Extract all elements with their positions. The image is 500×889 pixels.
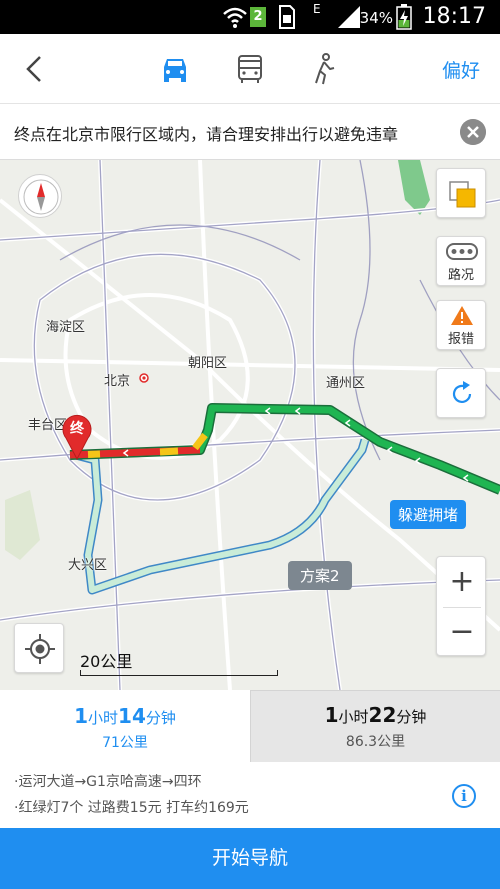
info-icon[interactable]: i xyxy=(452,784,476,808)
route-path: ·运河大道→G1京哈高速→四环 xyxy=(14,774,202,790)
route-details: ·运河大道→G1京哈高速→四环 ·红绿灯7个 过路费15元 打车约169元 i xyxy=(0,762,500,828)
bus-icon[interactable] xyxy=(232,51,268,87)
walk-icon[interactable] xyxy=(306,51,342,87)
route-duration: 1小时22分钟 xyxy=(324,703,427,727)
report-label: 报错 xyxy=(447,332,474,347)
sim-card-icon xyxy=(279,5,295,29)
map-label-beijing: 北京 xyxy=(104,374,131,389)
zoom-in-button[interactable]: + xyxy=(437,557,487,607)
compass-icon xyxy=(23,179,59,215)
car-icon[interactable] xyxy=(157,51,193,87)
signal-icon xyxy=(338,6,360,28)
refresh-button[interactable] xyxy=(436,368,486,418)
map-label-tongzhou: 通州区 xyxy=(326,376,366,391)
route-options: 1小时14分钟 71公里 1小时22分钟 86.3公里 xyxy=(0,690,500,762)
battery-icon xyxy=(396,4,412,30)
destination-marker[interactable]: 终 xyxy=(61,414,93,460)
scale-bar xyxy=(80,670,278,676)
layers-icon xyxy=(449,181,476,208)
wifi-icon xyxy=(223,7,247,28)
route-costs: ·红绿灯7个 过路费15元 打车约169元 xyxy=(14,800,249,816)
warning-icon xyxy=(451,306,473,325)
sim-slot-badge: 2 xyxy=(250,7,266,27)
alt-route-tag[interactable]: 方案2 xyxy=(288,561,352,590)
map-label-haidian: 海淀区 xyxy=(46,320,86,335)
route-header: 偏好 xyxy=(0,34,500,104)
slow-segment xyxy=(159,447,179,456)
locate-button[interactable] xyxy=(14,623,64,673)
route-arrows xyxy=(122,407,469,482)
compass-button[interactable] xyxy=(18,174,62,218)
locate-icon xyxy=(25,634,55,664)
notice-text: 终点在北京市限行区域内，请合理安排出行以避免违章 xyxy=(14,125,399,144)
scale-label: 20公里 xyxy=(80,652,133,671)
traffic-button[interactable]: 路况 xyxy=(436,236,486,286)
network-type: E xyxy=(313,2,321,16)
park-area xyxy=(5,490,40,560)
zoom-out-button[interactable]: − xyxy=(437,607,487,657)
traffic-label: 路况 xyxy=(447,268,474,283)
park-area xyxy=(398,160,430,215)
preference-button[interactable]: 偏好 xyxy=(442,56,480,83)
route-option-1[interactable]: 1小时14分钟 71公里 xyxy=(0,690,250,762)
avoid-congestion-tag[interactable]: 躲避拥堵 xyxy=(390,500,467,529)
close-icon[interactable] xyxy=(460,119,486,145)
status-bar: 2 E 34% 18:17 xyxy=(0,0,500,34)
refresh-icon xyxy=(452,381,472,403)
route-distance: 86.3公里 xyxy=(345,734,406,750)
start-navigation-button[interactable]: 开始导航 xyxy=(0,828,500,889)
map-view[interactable]: 海淀区 北京 朝阳区 通州区 丰台区 大兴区 终 路况 报错 + − 躲避拥堵 … xyxy=(0,160,500,690)
back-icon[interactable] xyxy=(18,52,52,86)
restriction-notice: 终点在北京市限行区域内，请合理安排出行以避免违章 xyxy=(0,104,500,160)
route-duration: 1小时14分钟 xyxy=(74,704,176,728)
route-distance: 71公里 xyxy=(102,735,148,751)
zoom-controls: + − xyxy=(436,556,486,656)
layers-button[interactable] xyxy=(436,168,486,218)
map-label-chaoyang: 朝阳区 xyxy=(188,356,228,371)
route-option-2[interactable]: 1小时22分钟 86.3公里 xyxy=(250,690,500,762)
clock: 18:17 xyxy=(422,4,486,29)
main-route-outline[interactable] xyxy=(69,403,500,495)
report-error-button[interactable]: 报错 xyxy=(436,300,486,350)
battery-percent: 34% xyxy=(359,9,393,27)
map-label-daxing: 大兴区 xyxy=(68,558,108,573)
destination-marker-label: 终 xyxy=(70,421,84,437)
traffic-icon xyxy=(446,243,478,260)
